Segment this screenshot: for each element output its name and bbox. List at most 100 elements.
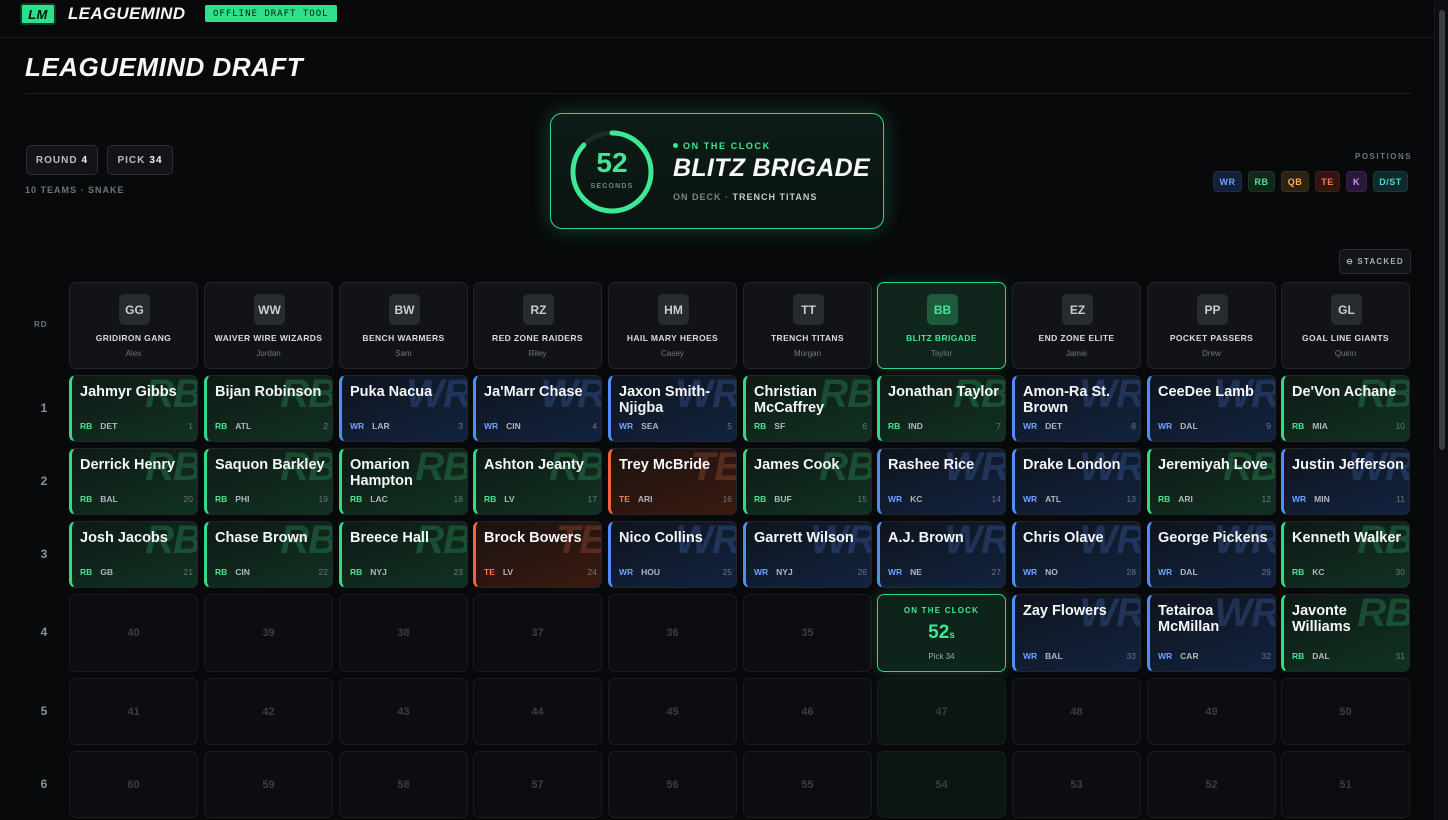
empty-pick-slot[interactable]: 55	[743, 751, 872, 818]
empty-pick-slot[interactable]: 39	[204, 594, 333, 672]
player-name: Bijan Robinson	[215, 384, 322, 400]
current-team-name: BLITZ BRIGADE	[673, 154, 870, 182]
empty-pick-slot[interactable]: 53	[1012, 751, 1141, 818]
empty-pick-slot[interactable]: 52	[1147, 751, 1276, 818]
empty-pick-slot[interactable]: 37	[473, 594, 602, 672]
player-nfl-team: NYJ	[776, 567, 793, 577]
empty-pick-slot[interactable]: 44	[473, 678, 602, 745]
empty-pick-slot[interactable]: 57	[473, 751, 602, 818]
position-chip-rb[interactable]: RB	[1248, 171, 1275, 192]
team-header[interactable]: GG GRIDIRON GANG Alex	[69, 282, 198, 369]
pick-number: 31	[1395, 651, 1405, 661]
empty-pick-slot[interactable]: 45	[608, 678, 737, 745]
draft-pick-card[interactable]: RB Breece Hall RB NYJ 23	[339, 521, 468, 588]
draft-pick-card[interactable]: RB De'Von Achane RB MIA 10	[1281, 375, 1410, 442]
draft-pick-card[interactable]: RB Jeremiyah Love RB ARI 12	[1147, 448, 1276, 515]
team-header[interactable]: BB BLITZ BRIGADE Taylor	[877, 282, 1006, 369]
position-chip-dst[interactable]: D/ST	[1373, 171, 1408, 192]
draft-pick-card[interactable]: RB Josh Jacobs RB GB 21	[69, 521, 198, 588]
empty-pick-slot[interactable]: 59	[204, 751, 333, 818]
team-header[interactable]: GL GOAL LINE GIANTS Quinn	[1281, 282, 1410, 369]
draft-pick-card[interactable]: RB Chase Brown RB CIN 22	[204, 521, 333, 588]
empty-pick-slot[interactable]: 51	[1281, 751, 1410, 818]
draft-pick-card[interactable]: WR CeeDee Lamb WR DAL 9	[1147, 375, 1276, 442]
draft-pick-card[interactable]: WR Puka Nacua WR LAR 3	[339, 375, 468, 442]
draft-pick-card[interactable]: WR Justin Jefferson WR MIN 11	[1281, 448, 1410, 515]
empty-pick-slot[interactable]: 36	[608, 594, 737, 672]
draft-pick-card[interactable]: RB Jonathan Taylor RB IND 7	[877, 375, 1006, 442]
draft-pick-card[interactable]: RB Bijan Robinson RB ATL 2	[204, 375, 333, 442]
empty-pick-slot[interactable]: 40	[69, 594, 198, 672]
draft-pick-card[interactable]: RB James Cook RB BUF 15	[743, 448, 872, 515]
draft-pick-card[interactable]: WR Chris Olave WR NO 28	[1012, 521, 1141, 588]
position-chip-te[interactable]: TE	[1315, 171, 1340, 192]
empty-pick-slot[interactable]: 58	[339, 751, 468, 818]
draft-pick-card[interactable]: TE Brock Bowers TE LV 24	[473, 521, 602, 588]
team-header[interactable]: WW WAIVER WIRE WIZARDS Jordan	[204, 282, 333, 369]
live-dot-icon	[673, 143, 678, 148]
pick-number: 6	[862, 421, 867, 431]
pick-number: 33	[1126, 651, 1136, 661]
draft-pick-card[interactable]: WR Rashee Rice WR KC 14	[877, 448, 1006, 515]
draft-pick-card[interactable]: WR Jaxon Smith-Njigba WR SEA 5	[608, 375, 737, 442]
position-chip-qb[interactable]: QB	[1281, 171, 1309, 192]
empty-pick-slot[interactable]: 38	[339, 594, 468, 672]
team-header[interactable]: EZ END ZONE ELITE Jamie	[1012, 282, 1141, 369]
player-position: RB	[1292, 651, 1305, 661]
draft-pick-card[interactable]: RB Christian McCaffrey RB SF 6	[743, 375, 872, 442]
draft-pick-card[interactable]: WR Nico Collins WR HOU 25	[608, 521, 737, 588]
empty-pick-slot[interactable]: 43	[339, 678, 468, 745]
draft-pick-card[interactable]: RB Javonte Williams RB DAL 31	[1281, 594, 1410, 672]
position-chip-k[interactable]: K	[1346, 171, 1367, 192]
draft-pick-card[interactable]: WR Garrett Wilson WR NYJ 26	[743, 521, 872, 588]
pick-number: 24	[587, 567, 597, 577]
draft-pick-card[interactable]: WR Zay Flowers WR BAL 33	[1012, 594, 1141, 672]
player-nfl-team: DET	[100, 421, 118, 431]
draft-pick-card[interactable]: RB Kenneth Walker RB KC 30	[1281, 521, 1410, 588]
team-name: END ZONE ELITE	[1038, 333, 1115, 343]
draft-pick-card[interactable]: RB Ashton Jeanty RB LV 17	[473, 448, 602, 515]
draft-pick-card[interactable]: WR Ja'Marr Chase WR CIN 4	[473, 375, 602, 442]
draft-pick-card[interactable]: WR Drake London WR ATL 13	[1012, 448, 1141, 515]
team-header[interactable]: HM HAIL MARY HEROES Casey	[608, 282, 737, 369]
empty-pick-slot[interactable]: 48	[1012, 678, 1141, 745]
player-position: RB	[215, 494, 228, 504]
empty-pick-slot[interactable]: 50	[1281, 678, 1410, 745]
team-header[interactable]: TT TRENCH TITANS Morgan	[743, 282, 872, 369]
draft-pick-card[interactable]: WR Tetairoa McMillan WR CAR 32	[1147, 594, 1276, 672]
empty-pick-slot[interactable]: 35	[743, 594, 872, 672]
app-logo[interactable]: LM	[20, 3, 56, 25]
draft-pick-card[interactable]: WR A.J. Brown WR NE 27	[877, 521, 1006, 588]
page-scrollbar[interactable]	[1434, 0, 1448, 820]
empty-pick-slot[interactable]: 42	[204, 678, 333, 745]
pick-meta: RB DAL 31	[1292, 651, 1405, 661]
empty-pick-slot[interactable]: 41	[69, 678, 198, 745]
draft-pick-card[interactable]: WR George Pickens WR DAL 29	[1147, 521, 1276, 588]
empty-pick-slot[interactable]: 49	[1147, 678, 1276, 745]
position-chip-wr[interactable]: WR	[1213, 171, 1242, 192]
team-header[interactable]: PP POCKET PASSERS Drew	[1147, 282, 1276, 369]
draft-pick-card[interactable]: RB Derrick Henry RB BAL 20	[69, 448, 198, 515]
player-nfl-team: GB	[100, 567, 114, 577]
team-header[interactable]: RZ RED ZONE RAIDERS Riley	[473, 282, 602, 369]
on-deck-team: TRENCH TITANS	[732, 192, 818, 202]
player-nfl-team: BUF	[774, 494, 792, 504]
draft-pick-card[interactable]: RB Omarion Hampton RB LAC 18	[339, 448, 468, 515]
player-name: Jahmyr Gibbs	[80, 384, 177, 400]
empty-pick-slot[interactable]: 54	[877, 751, 1006, 818]
empty-pick-slot[interactable]: 60	[69, 751, 198, 818]
empty-pick-slot[interactable]: 46	[743, 678, 872, 745]
stacked-view-toggle[interactable]: ⊖ STACKED	[1339, 249, 1411, 274]
scrollbar-thumb[interactable]	[1439, 10, 1445, 450]
team-header[interactable]: BW BENCH WARMERS Sam	[339, 282, 468, 369]
draft-pick-card[interactable]: TE Trey McBride TE ARI 16	[608, 448, 737, 515]
player-position: WR	[1158, 651, 1173, 661]
draft-pick-card[interactable]: RB Jahmyr Gibbs RB DET 1	[69, 375, 198, 442]
empty-pick-slot[interactable]: 47	[877, 678, 1006, 745]
round-number: 1	[40, 400, 48, 415]
draft-pick-card[interactable]: WR Amon-Ra St. Brown WR DET 8	[1012, 375, 1141, 442]
current-pick-slot[interactable]: ON THE CLOCK 52s Pick 34	[877, 594, 1006, 672]
player-position: WR	[1023, 421, 1038, 431]
empty-pick-slot[interactable]: 56	[608, 751, 737, 818]
draft-pick-card[interactable]: RB Saquon Barkley RB PHI 19	[204, 448, 333, 515]
